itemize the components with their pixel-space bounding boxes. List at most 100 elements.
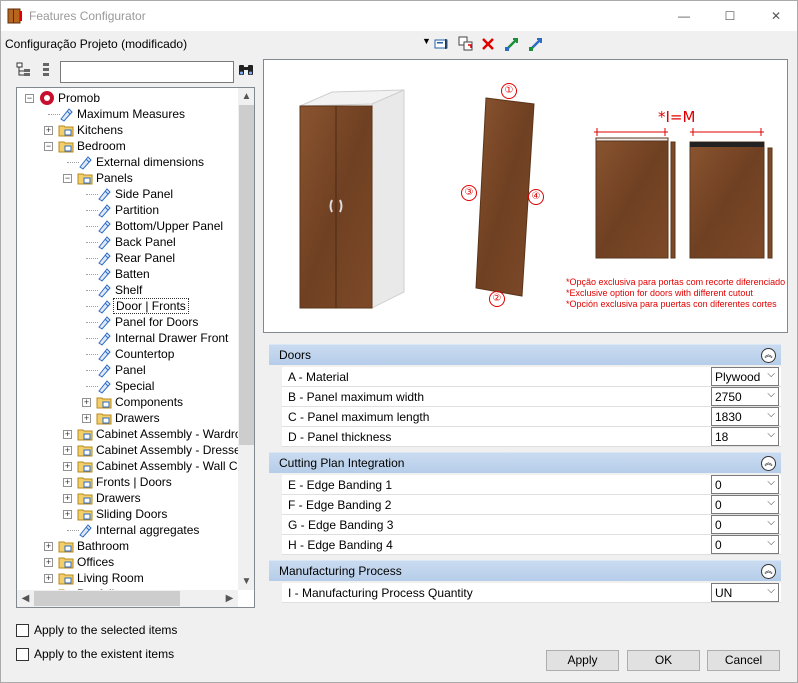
maximize-button[interactable]: ☐: [707, 1, 753, 31]
tree-item[interactable]: Rear Panel: [17, 250, 238, 266]
tree-item[interactable]: Batten: [17, 266, 238, 282]
formula-label: *I=M: [658, 108, 696, 126]
collapse-icon[interactable]: ︽: [761, 564, 776, 579]
expand-icon[interactable]: +: [82, 398, 91, 407]
collapse-icon[interactable]: ︽: [761, 348, 776, 363]
expand-icon[interactable]: +: [63, 478, 72, 487]
edge-banding-4-select[interactable]: 0 ⌵: [711, 535, 779, 554]
expand-icon[interactable]: +: [44, 558, 53, 567]
tree-item[interactable]: Panel: [17, 362, 238, 378]
import-config-button[interactable]: [503, 35, 521, 53]
scroll-down-icon[interactable]: ▼: [238, 573, 254, 590]
tree-item[interactable]: Bottom/Upper Panel: [17, 218, 238, 234]
collapse-icon[interactable]: −: [44, 142, 53, 151]
copy-config-icon: [458, 36, 473, 51]
group-cutting-plan-header[interactable]: Cutting Plan Integration ︽: [269, 452, 781, 473]
feature-item-icon: [96, 266, 112, 282]
edge-banding-3-select[interactable]: 0 ⌵: [711, 515, 779, 534]
expand-icon[interactable]: +: [63, 430, 72, 439]
cancel-button[interactable]: Cancel: [707, 650, 780, 671]
tree-item[interactable]: Door | Fronts: [17, 298, 238, 314]
tree-item[interactable]: + Cabinet Assembly - Wardrobe: [17, 426, 238, 442]
tree-item[interactable]: − Promob: [17, 90, 238, 106]
tree-item[interactable]: − Bedroom: [17, 138, 238, 154]
tree-item[interactable]: External dimensions: [17, 154, 238, 170]
tree-vertical-scroll-thumb[interactable]: [239, 105, 254, 445]
panel-max-length-select[interactable]: 1830 ⌵: [711, 407, 779, 426]
folder-icon: [58, 570, 74, 586]
prop-label: H - Edge Banding 4: [288, 538, 393, 552]
config-dropdown-icon[interactable]: ▼: [422, 36, 431, 46]
tree-item[interactable]: − Panels: [17, 170, 238, 186]
tree-item[interactable]: Partition: [17, 202, 238, 218]
tree-item[interactable]: Shelf: [17, 282, 238, 298]
tree-item[interactable]: + Drawers: [17, 490, 238, 506]
expand-icon[interactable]: +: [44, 126, 53, 135]
expand-icon[interactable]: +: [82, 414, 91, 423]
tree-item-label: Panel for Doors: [115, 315, 199, 329]
apply-selected-checkbox[interactable]: [16, 624, 29, 637]
collapse-icon[interactable]: −: [63, 174, 72, 183]
expand-icon[interactable]: +: [63, 446, 72, 455]
ok-button[interactable]: OK: [627, 650, 700, 671]
apply-button[interactable]: Apply: [546, 650, 619, 671]
tree-item[interactable]: Special: [17, 378, 238, 394]
expand-icon[interactable]: +: [63, 494, 72, 503]
chevron-down-icon: ⌵: [767, 369, 775, 380]
tree-item[interactable]: Internal aggregates: [17, 522, 238, 538]
edge-banding-2-select[interactable]: 0 ⌵: [711, 495, 779, 514]
expand-icon[interactable]: +: [63, 462, 72, 471]
copy-config-button[interactable]: [457, 35, 475, 53]
select-value: 18: [715, 430, 729, 444]
search-button[interactable]: [237, 61, 255, 79]
tree-item[interactable]: Back Panel: [17, 234, 238, 250]
group-doors-header[interactable]: Doors ︽: [269, 344, 781, 365]
tree-item[interactable]: Maximum Measures: [17, 106, 238, 122]
tree-vertical-scrollbar[interactable]: ▲ ▼: [238, 88, 254, 590]
tree-item[interactable]: Internal Drawer Front: [17, 330, 238, 346]
collapse-icon[interactable]: −: [25, 94, 34, 103]
tree-item[interactable]: Side Panel: [17, 186, 238, 202]
expand-tree-button[interactable]: [15, 61, 33, 79]
expand-icon[interactable]: +: [44, 542, 53, 551]
scroll-up-icon[interactable]: ▲: [238, 88, 254, 105]
scroll-right-icon[interactable]: ▶: [221, 590, 238, 607]
tree-item[interactable]: + Cabinet Assembly - Dressers I: [17, 442, 238, 458]
tree-item-label: Internal Drawer Front: [115, 331, 229, 345]
tree-item[interactable]: + Sliding Doors: [17, 506, 238, 522]
tree-item[interactable]: + Offices: [17, 554, 238, 570]
note-portuguese: *Opção exclusiva para portas com recorte…: [566, 277, 786, 287]
apply-existent-checkbox[interactable]: [16, 648, 29, 661]
tree-item[interactable]: Panel for Doors: [17, 314, 238, 330]
door-panel-drawing: [475, 97, 535, 297]
delete-config-button[interactable]: [479, 35, 497, 53]
export-config-button[interactable]: [527, 35, 545, 53]
tree-item[interactable]: + Bathroom: [17, 538, 238, 554]
tree-item[interactable]: + Living Room: [17, 570, 238, 586]
tree-horizontal-scrollbar[interactable]: ◀ ▶: [17, 590, 238, 607]
expand-icon[interactable]: +: [44, 574, 53, 583]
tree-item[interactable]: + Drawers: [17, 410, 238, 426]
panel-max-width-select[interactable]: 2750 ⌵: [711, 387, 779, 406]
tree-item[interactable]: + Fronts | Doors: [17, 474, 238, 490]
group-manufacturing-header[interactable]: Manufacturing Process ︽: [269, 560, 781, 581]
scroll-left-icon[interactable]: ◀: [17, 590, 34, 607]
search-input[interactable]: [60, 61, 234, 83]
tree-item[interactable]: + Cabinet Assembly - Wall Cabi: [17, 458, 238, 474]
expand-icon[interactable]: +: [63, 510, 72, 519]
tree-item[interactable]: Countertop: [17, 346, 238, 362]
feature-item-icon: [96, 282, 112, 298]
collapse-tree-button[interactable]: [37, 61, 55, 79]
minimize-button[interactable]: —: [661, 1, 707, 31]
collapse-icon[interactable]: ︽: [761, 456, 776, 471]
panel-thickness-select[interactable]: 18 ⌵: [711, 427, 779, 446]
tree-item[interactable]: + Kitchens: [17, 122, 238, 138]
rename-config-button[interactable]: [433, 35, 451, 53]
manufacturing-qty-select[interactable]: UN ⌵: [711, 583, 779, 602]
tree-horizontal-scroll-thumb[interactable]: [34, 591, 180, 606]
material-select[interactable]: Plywood ⌵: [711, 367, 779, 386]
close-button[interactable]: ✕: [753, 1, 798, 31]
edge-banding-1-select[interactable]: 0 ⌵: [711, 475, 779, 494]
tree-item[interactable]: + Components: [17, 394, 238, 410]
tree-item-label: Offices: [77, 555, 115, 569]
